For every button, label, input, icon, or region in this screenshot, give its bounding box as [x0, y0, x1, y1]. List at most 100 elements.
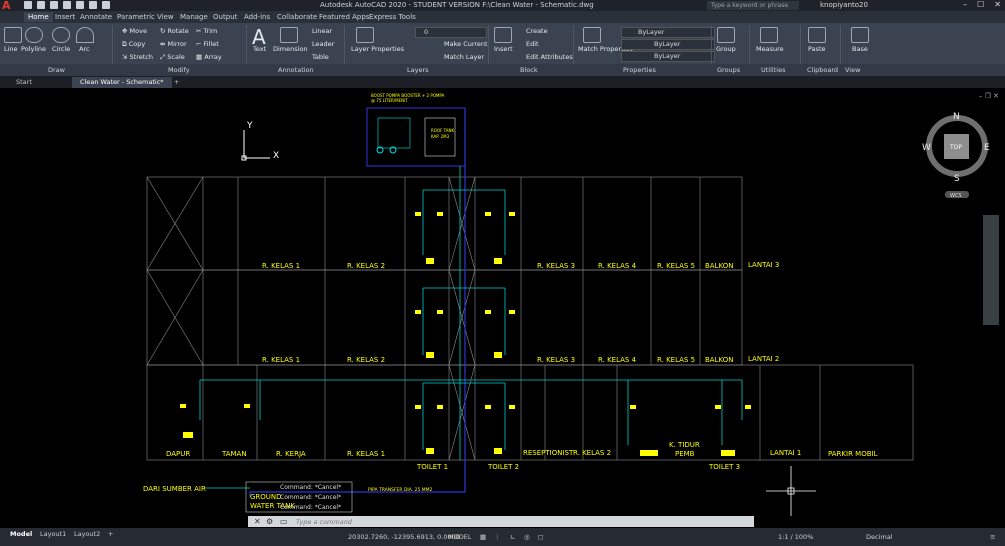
viewport-close-icon[interactable]: ✕ — [993, 92, 999, 100]
text-button[interactable]: Text — [253, 45, 266, 53]
circle-button[interactable]: Circle — [52, 45, 70, 53]
maximize-icon[interactable]: ☐ — [977, 0, 984, 9]
new-tab-icon[interactable]: + — [166, 77, 187, 88]
dimension-button[interactable]: Dimension — [273, 45, 308, 53]
autocad-logo-icon[interactable]: A — [2, 0, 18, 11]
tab-manage[interactable]: Manage — [180, 13, 208, 21]
arc-button[interactable]: Arc — [79, 45, 90, 53]
match-properties-icon[interactable] — [583, 27, 601, 43]
viewcube[interactable]: TOP N S W E WCS — [922, 112, 990, 199]
recent-commands-icon[interactable]: ▭ — [280, 517, 288, 526]
base-icon[interactable] — [851, 27, 869, 43]
user-name[interactable]: knopiyanto20 — [820, 1, 868, 9]
search-input[interactable]: Type a keyword or phrase — [707, 1, 799, 10]
units-display[interactable]: Decimal — [866, 533, 893, 541]
edit-button[interactable]: Edit — [526, 40, 539, 48]
tab-express-tools[interactable]: Express Tools — [369, 13, 416, 21]
panel-annotation[interactable]: Annotation — [278, 66, 314, 74]
measure-button[interactable]: Measure — [756, 45, 784, 53]
redo-icon[interactable] — [102, 1, 110, 9]
tab-layout2[interactable]: Layout2 — [74, 530, 100, 538]
tab-output[interactable]: Output — [213, 13, 237, 21]
undo-icon[interactable] — [89, 1, 97, 9]
table-button[interactable]: Table — [312, 53, 329, 61]
match-layer-button[interactable]: Match Layer — [444, 53, 484, 61]
insert-icon[interactable] — [494, 27, 512, 43]
save-as-icon[interactable] — [63, 1, 71, 9]
arc-icon[interactable] — [76, 27, 94, 43]
panel-layers[interactable]: Layers — [407, 66, 429, 74]
wcs-label[interactable]: WCS — [950, 193, 962, 199]
tab-model[interactable]: Model — [10, 530, 32, 538]
group-icon[interactable] — [717, 27, 735, 43]
make-current-button[interactable]: Make Current — [444, 40, 488, 48]
panel-clipboard[interactable]: Clipboard — [807, 66, 838, 74]
tab-annotate[interactable]: Annotate — [80, 13, 112, 21]
base-button[interactable]: Base — [852, 45, 868, 53]
tab-parametric[interactable]: Parametric — [117, 13, 155, 21]
circle-icon[interactable] — [52, 27, 70, 43]
add-layout-icon[interactable]: + — [108, 530, 113, 538]
save-icon[interactable] — [50, 1, 58, 9]
mirror-button[interactable]: ⇹ Mirror — [160, 40, 187, 48]
osnap-icon[interactable]: ◻ — [538, 533, 543, 541]
layer-properties-button[interactable]: Layer Properties — [351, 45, 404, 53]
new-icon[interactable] — [24, 1, 32, 9]
linetype-dropdown[interactable]: ByLayer — [621, 39, 715, 50]
paste-icon[interactable] — [808, 27, 826, 43]
ortho-icon[interactable]: ∟ — [510, 533, 515, 541]
grid-icon[interactable]: ▦ — [480, 533, 486, 541]
create-button[interactable]: Create — [526, 27, 548, 35]
array-button[interactable]: ▦ Array — [196, 53, 222, 61]
paste-button[interactable]: Paste — [808, 45, 826, 53]
panel-properties[interactable]: Properties — [623, 66, 656, 74]
viewcube-south[interactable]: S — [954, 174, 960, 184]
panel-view[interactable]: View — [845, 66, 860, 74]
tab-insert[interactable]: Insert — [55, 13, 75, 21]
tab-home[interactable]: Home — [24, 12, 53, 22]
scale-button[interactable]: ⤢ Scale — [160, 53, 185, 62]
copy-button[interactable]: ⧉ Copy — [122, 40, 145, 49]
command-line[interactable]: ✕ ⚙ ▭ Type a command — [248, 516, 754, 527]
tab-layout1[interactable]: Layout1 — [40, 530, 66, 538]
viewcube-top[interactable]: TOP — [949, 144, 962, 151]
linear-button[interactable]: Linear — [312, 27, 332, 35]
print-icon[interactable] — [76, 1, 84, 9]
model-space-toggle[interactable]: MODEL — [448, 533, 471, 541]
polar-icon[interactable]: ◎ — [524, 533, 530, 541]
lineweight-dropdown[interactable]: ByLayer — [621, 51, 715, 62]
viewcube-west[interactable]: W — [922, 143, 931, 153]
move-button[interactable]: ✥ Move — [122, 27, 147, 35]
customize-icon[interactable]: ⚙ — [266, 517, 273, 526]
fillet-button[interactable]: ⌐ Fillet — [196, 40, 219, 48]
panel-groups[interactable]: Groups — [717, 66, 740, 74]
rotate-button[interactable]: ↻ Rotate — [160, 27, 189, 35]
tab-featured-apps[interactable]: Featured Apps — [319, 13, 369, 21]
viewcube-north[interactable]: N — [953, 112, 960, 122]
layer-properties-icon[interactable] — [356, 27, 374, 43]
leader-button[interactable]: Leader — [312, 40, 334, 48]
edit-attributes-button[interactable]: Edit Attributes — [526, 53, 573, 61]
command-input[interactable]: Type a command — [296, 518, 352, 526]
coordinates-readout[interactable]: 20302.7260, -12395.6913, 0.0000 — [348, 533, 460, 541]
line-icon[interactable] — [4, 27, 22, 43]
insert-button[interactable]: Insert — [494, 45, 513, 53]
panel-modify[interactable]: Modify — [168, 66, 190, 74]
trim-button[interactable]: ✂ Trim — [196, 27, 217, 35]
customize-status-icon[interactable]: ≡ — [990, 533, 995, 541]
annotation-scale[interactable]: 1:1 / 100% — [778, 533, 813, 541]
tab-addins[interactable]: Add-ins — [244, 13, 270, 21]
snap-icon[interactable]: ⋮ — [494, 533, 501, 541]
viewport-restore-icon[interactable]: ❐ — [985, 92, 991, 100]
minimize-icon[interactable]: – — [963, 0, 967, 9]
line-button[interactable]: Line — [4, 45, 18, 53]
polyline-button[interactable]: Polyline — [21, 45, 46, 53]
close-icon[interactable]: ✕ — [994, 0, 1001, 9]
viewcube-east[interactable]: E — [984, 143, 990, 153]
navigation-bar[interactable] — [983, 215, 999, 325]
measure-icon[interactable] — [760, 27, 778, 43]
close-command-icon[interactable]: ✕ — [254, 517, 261, 526]
dimension-icon[interactable] — [280, 27, 298, 43]
layer-dropdown[interactable]: 0 — [415, 27, 487, 38]
panel-block[interactable]: Block — [520, 66, 538, 74]
